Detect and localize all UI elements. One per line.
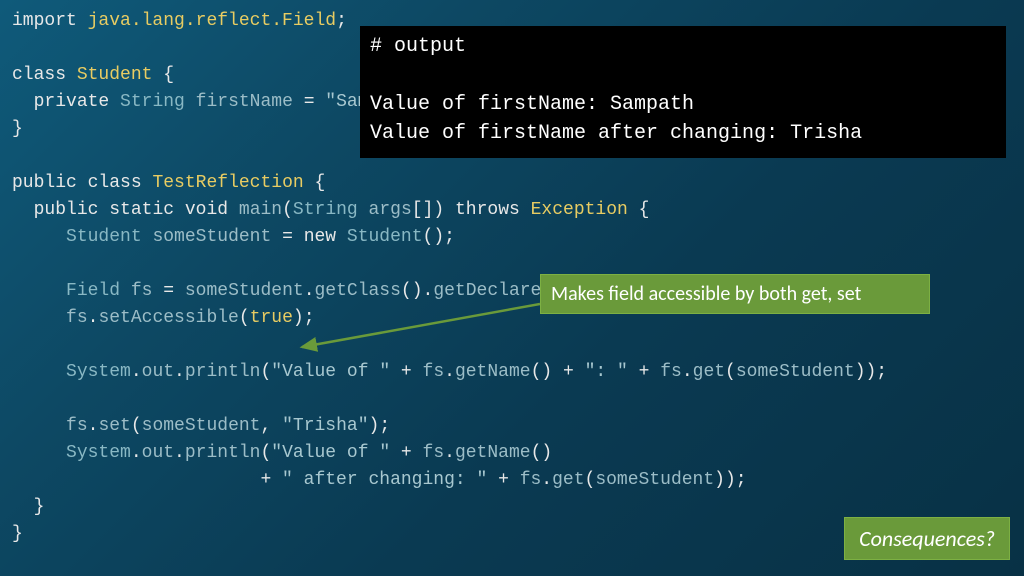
output-line-1: Value of firstName: Sampath bbox=[370, 93, 694, 116]
callout-consequences: Consequences? bbox=[844, 517, 1010, 560]
callout-accessible: Makes field accessible by both get, set bbox=[540, 274, 930, 314]
output-header: # output bbox=[370, 35, 466, 58]
output-panel: # output Value of firstName: Sampath Val… bbox=[360, 26, 1006, 158]
output-line-2: Value of firstName after changing: Trish… bbox=[370, 122, 862, 145]
